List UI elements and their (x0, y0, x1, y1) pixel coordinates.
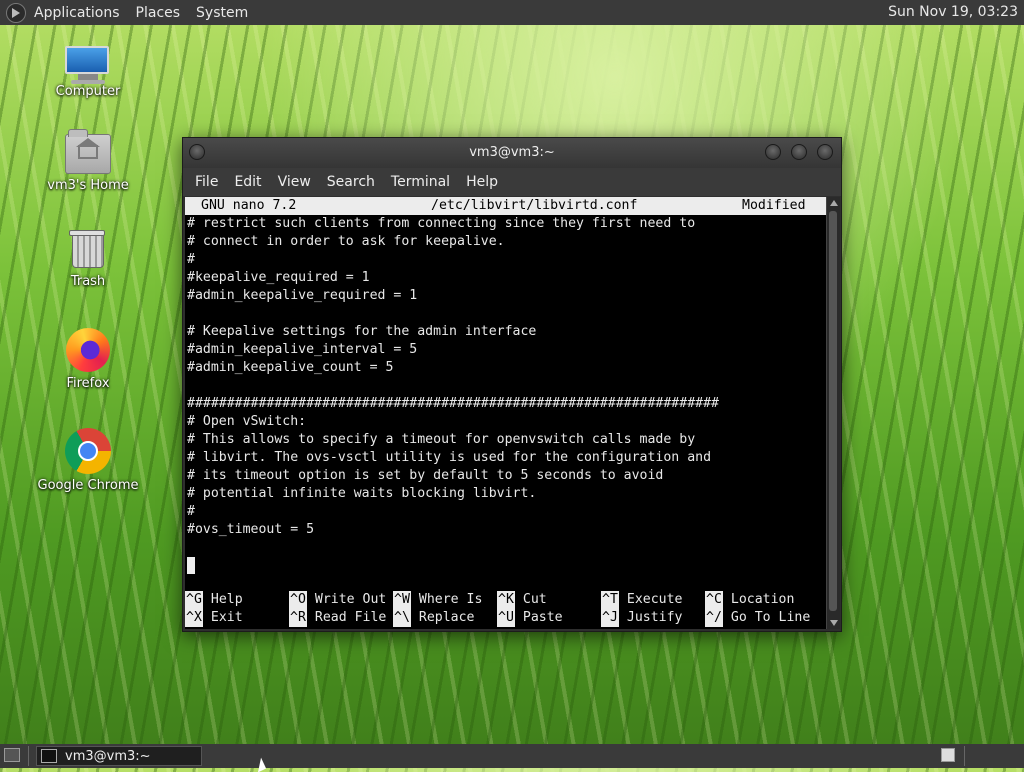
desktop-icon-label: Trash (70, 274, 106, 289)
nano-version: GNU nano 7.2 (201, 198, 297, 213)
shortcut-cut[interactable]: ^K Cut (497, 591, 601, 609)
editor-line: # connect in order to ask for keepalive. (187, 234, 505, 249)
shortcut-replace[interactable]: ^\ Replace (393, 609, 497, 627)
firefox-icon (66, 328, 110, 372)
desktop-icon-label: Google Chrome (37, 478, 139, 493)
trash-icon (69, 230, 105, 270)
desktop-icon-home[interactable]: vm3's Home (33, 129, 143, 193)
editor-line: # libvirt. The ovs-vsctl utility is used… (187, 450, 712, 465)
window-menubar: File Edit View Search Terminal Help (183, 168, 841, 196)
nano-shortcuts: ^G Help ^O Write Out ^W Where Is ^K Cut ^T Ex… (185, 591, 826, 627)
desktop-icon-trash[interactable]: Trash (33, 230, 143, 289)
scroll-down-icon[interactable] (830, 620, 838, 626)
menu-edit[interactable]: Edit (226, 174, 269, 190)
editor-line: #admin_keepalive_count = 5 (187, 360, 394, 375)
terminal-icon (41, 749, 57, 763)
editor-line: #ovs_timeout = 5 (187, 522, 315, 537)
panel-separator (28, 746, 29, 766)
desktop-icon-chrome[interactable]: Google Chrome (33, 428, 143, 493)
shortcut-read-file[interactable]: ^R Read File (289, 609, 393, 627)
editor-line: # (187, 504, 195, 519)
shortcut-row: ^G Help ^O Write Out ^W Where Is ^K Cut ^T Ex… (185, 591, 826, 609)
shortcut-justify[interactable]: ^J Justify (601, 609, 705, 627)
computer-icon (65, 46, 111, 84)
panel-separator (964, 746, 965, 766)
editor-line: # its timeout option is set by default t… (187, 468, 664, 483)
scroll-up-icon[interactable] (830, 200, 838, 206)
shortcut-help[interactable]: ^G Help (185, 591, 289, 609)
shortcut-exit[interactable]: ^X Exit (185, 609, 289, 627)
window-titlebar[interactable]: vm3@vm3:~ (183, 138, 841, 168)
clock[interactable]: Sun Nov 19, 03:23 (888, 4, 1018, 20)
menu-places[interactable]: Places (128, 5, 189, 21)
bottom-panel: vm3@vm3:~ (0, 744, 1024, 768)
scrollbar-thumb[interactable] (829, 211, 837, 611)
editor-line: # restrict such clients from connecting … (187, 216, 696, 231)
menu-terminal[interactable]: Terminal (383, 174, 458, 190)
shortcut-where-is[interactable]: ^W Where Is (393, 591, 497, 609)
editor-line: # Keepalive settings for the admin inter… (187, 324, 537, 339)
home-folder-icon (65, 129, 111, 174)
editor-line: # (187, 252, 195, 267)
shortcut-location[interactable]: ^C Location (705, 591, 809, 609)
desktop-icon-firefox[interactable]: Firefox (33, 328, 143, 391)
shortcut-execute[interactable]: ^T Execute (601, 591, 705, 609)
editor-line: #keepalive_required = 1 (187, 270, 370, 285)
menu-system[interactable]: System (188, 5, 256, 21)
shortcut-write-out[interactable]: ^O Write Out (289, 591, 393, 609)
terminal-area[interactable]: GNU nano 7.2 /etc/libvirt/libvirtd.conf … (185, 197, 826, 629)
window-title: vm3@vm3:~ (469, 145, 555, 160)
menu-applications[interactable]: Applications (26, 5, 128, 21)
workspace-switcher[interactable] (941, 748, 955, 762)
nano-filename: /etc/libvirt/libvirtd.conf (431, 198, 638, 213)
chrome-icon (65, 428, 111, 474)
menu-file[interactable]: File (187, 174, 226, 190)
editor-line: ########################################… (187, 396, 719, 411)
desktop-icon-label: Computer (55, 84, 121, 99)
menu-help[interactable]: Help (458, 174, 506, 190)
terminal-scrollbar[interactable] (826, 197, 840, 629)
taskbar-label: vm3@vm3:~ (65, 748, 151, 764)
desktop-icon-computer[interactable]: Computer (33, 46, 143, 99)
editor-line: #admin_keepalive_required = 1 (187, 288, 418, 303)
editor-line: # This allows to specify a timeout for o… (187, 432, 696, 447)
editor-line: #admin_keepalive_interval = 5 (187, 342, 418, 357)
desktop-icon-label: Firefox (66, 376, 110, 391)
nano-header: GNU nano 7.2 /etc/libvirt/libvirtd.conf … (185, 197, 826, 215)
shortcut-paste[interactable]: ^U Paste (497, 609, 601, 627)
nano-status: Modified (742, 198, 806, 213)
shortcut-row: ^X Exit ^R Read File ^\ Replace ^U Paste ^J J… (185, 609, 826, 627)
editor-line: # potential infinite waits blocking libv… (187, 486, 537, 501)
show-desktop-icon[interactable] (4, 748, 20, 762)
taskbar-terminal-button[interactable]: vm3@vm3:~ (36, 746, 202, 766)
editor-line: # Open vSwitch: (187, 414, 307, 429)
minimize-icon[interactable] (765, 144, 781, 160)
desktop-icon-label: vm3's Home (47, 178, 129, 193)
maximize-icon[interactable] (791, 144, 807, 160)
menu-view[interactable]: View (270, 174, 319, 190)
shortcut-go-to-line[interactable]: ^/Go To Line (705, 609, 810, 627)
cursor-line (185, 557, 826, 575)
distro-logo-icon[interactable] (6, 2, 26, 23)
menu-search[interactable]: Search (319, 174, 383, 190)
terminal-window: vm3@vm3:~ File Edit View Search Terminal… (182, 137, 842, 632)
text-cursor (187, 557, 195, 574)
top-panel: Applications Places System Sun Nov 19, 0… (0, 0, 1024, 25)
close-icon[interactable] (817, 144, 833, 160)
